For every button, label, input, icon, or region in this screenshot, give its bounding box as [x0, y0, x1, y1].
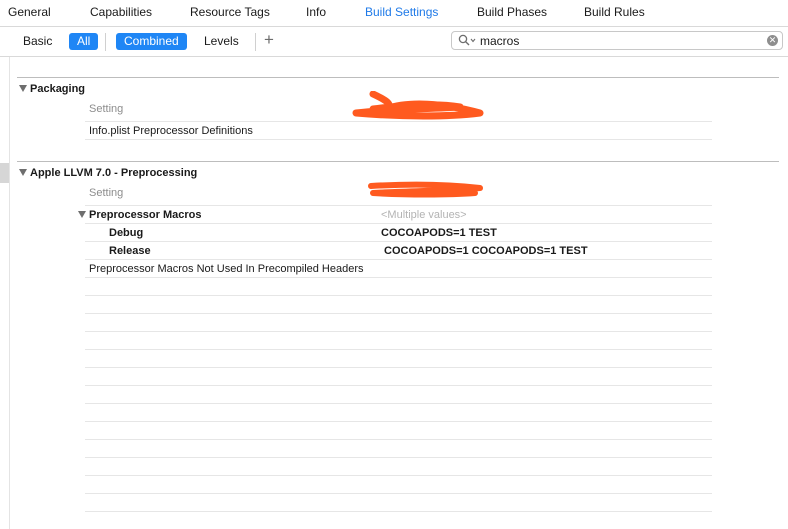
- tab-bar: General Capabilities Resource Tags Info …: [0, 0, 788, 24]
- row-separator: [85, 439, 712, 440]
- tab-resource-tags[interactable]: Resource Tags: [190, 5, 270, 19]
- search-input[interactable]: [480, 33, 750, 48]
- setting-column-header: Setting: [89, 103, 124, 115]
- section-divider: [17, 161, 779, 162]
- disclosure-triangle-icon[interactable]: [78, 211, 86, 218]
- clear-search-icon[interactable]: ✕: [767, 35, 778, 46]
- levels-button[interactable]: Levels: [196, 33, 247, 50]
- combined-button[interactable]: Combined: [116, 33, 187, 50]
- setting-column-header: Setting: [89, 187, 124, 199]
- divider: [255, 33, 256, 51]
- left-gutter: [0, 57, 10, 529]
- tab-capabilities[interactable]: Capabilities: [90, 5, 152, 19]
- row-separator: [85, 205, 712, 206]
- section-title-llvm-preprocessing: Apple LLVM 7.0 - Preprocessing: [30, 167, 198, 179]
- tab-build-rules[interactable]: Build Rules: [584, 5, 645, 19]
- basic-button[interactable]: Basic: [15, 33, 60, 50]
- row-separator: [85, 241, 712, 242]
- row-separator: [85, 259, 712, 260]
- row-separator: [85, 121, 712, 122]
- disclosure-triangle-icon[interactable]: [19, 169, 27, 176]
- row-separator: [85, 313, 712, 314]
- row-separator: [85, 367, 712, 368]
- row-separator: [85, 331, 712, 332]
- filter-bar: Basic All Combined Levels + ✕: [0, 26, 788, 57]
- setting-value-debug[interactable]: COCOAPODS=1 TEST: [381, 227, 497, 239]
- row-separator: [85, 223, 712, 224]
- row-separator: [85, 139, 712, 140]
- row-separator: [85, 403, 712, 404]
- section-title-packaging: Packaging: [30, 83, 86, 95]
- setting-value-release[interactable]: COCOAPODS=1 COCOAPODS=1 TEST: [384, 245, 588, 257]
- tab-general[interactable]: General: [8, 5, 51, 19]
- setting-value-multiple[interactable]: <Multiple values>: [381, 209, 467, 221]
- search-field[interactable]: ✕: [451, 31, 783, 50]
- tab-build-settings[interactable]: Build Settings: [365, 5, 438, 19]
- redaction-scribble: [352, 91, 484, 120]
- tab-info[interactable]: Info: [306, 5, 326, 19]
- divider: [105, 33, 106, 51]
- disclosure-triangle-icon[interactable]: [19, 85, 27, 92]
- setting-row-release[interactable]: Release: [109, 245, 151, 257]
- row-separator: [85, 475, 712, 476]
- row-separator: [85, 277, 712, 278]
- all-button[interactable]: All: [69, 33, 99, 50]
- setting-row-preprocessor-macros[interactable]: Preprocessor Macros: [89, 209, 202, 221]
- setting-row-infoplist-preprocessor-definitions[interactable]: Info.plist Preprocessor Definitions: [89, 125, 253, 137]
- row-separator: [85, 493, 712, 494]
- row-separator: [85, 511, 712, 512]
- row-separator: [85, 457, 712, 458]
- row-separator: [85, 385, 712, 386]
- tab-build-phases[interactable]: Build Phases: [477, 5, 547, 19]
- scroll-indicator[interactable]: [0, 163, 9, 183]
- row-separator: [85, 295, 712, 296]
- row-separator: [85, 349, 712, 350]
- search-icon: [458, 34, 478, 52]
- row-separator: [85, 421, 712, 422]
- add-setting-button[interactable]: +: [264, 30, 274, 50]
- redaction-scribble: [368, 181, 483, 198]
- section-divider: [17, 77, 779, 78]
- setting-row-debug[interactable]: Debug: [109, 227, 143, 239]
- setting-row-macros-not-used-in-pch[interactable]: Preprocessor Macros Not Used In Precompi…: [89, 263, 364, 275]
